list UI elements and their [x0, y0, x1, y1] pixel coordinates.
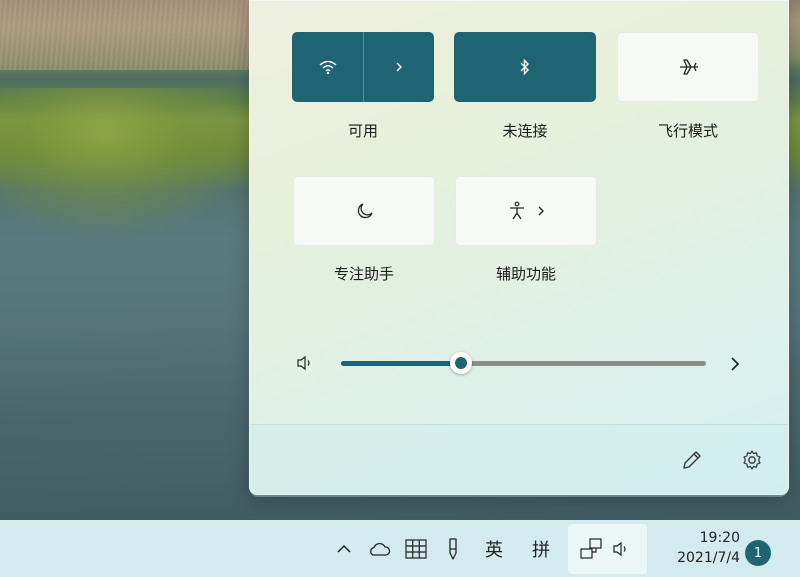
- airplane-icon: [678, 58, 700, 76]
- focus-assist-label: 专注助手: [333, 265, 394, 283]
- wifi-icon: [318, 59, 338, 75]
- chevron-right-icon: [394, 60, 404, 74]
- speaker-icon: [612, 540, 630, 558]
- bluetooth-tile[interactable]: [454, 32, 596, 102]
- airplane-icon-wrap: [618, 33, 760, 101]
- ime-mode-button[interactable]: 拼: [527, 520, 555, 577]
- focus-assist-icon-wrap: [294, 177, 436, 245]
- pen-menu-button[interactable]: [440, 520, 466, 577]
- pencil-icon[interactable]: [680, 448, 704, 472]
- accessibility-tile[interactable]: [455, 176, 597, 246]
- grid-icon: [405, 538, 427, 559]
- volume-slider-fill: [341, 361, 461, 366]
- wifi-toggle-button[interactable]: [292, 32, 363, 102]
- airplane-mode-tile[interactable]: [617, 32, 759, 102]
- airplane-mode-label: 飞行模式: [657, 122, 718, 140]
- accessibility-icon: [508, 201, 526, 221]
- wifi-label: 可用: [347, 122, 378, 140]
- moon-icon: [355, 201, 375, 221]
- volume-slider[interactable]: [341, 352, 706, 374]
- clock-time: 19:20: [699, 530, 740, 546]
- quick-settings-button[interactable]: [568, 524, 647, 574]
- focus-assist-tile[interactable]: [293, 176, 435, 246]
- pen-icon: [445, 537, 461, 561]
- quick-settings-panel: 可用 未连接 飞行模式 专注助手 辅助功能: [249, 0, 789, 497]
- speaker-icon[interactable]: [296, 354, 314, 372]
- accessibility-label: 辅助功能: [495, 265, 556, 283]
- chevron-right-icon: [536, 204, 546, 218]
- wallpaper-reeds: [0, 0, 260, 70]
- wifi-expand-button[interactable]: [364, 32, 434, 102]
- accessibility-icon-wrap: [456, 177, 598, 245]
- onedrive-button[interactable]: [366, 520, 392, 577]
- network-icon: [578, 537, 604, 561]
- clock-button[interactable]: 19:20 2021/7/4: [650, 528, 740, 568]
- quick-settings-footer: [250, 424, 788, 497]
- chevron-up-icon: [336, 543, 352, 555]
- cloud-icon: [367, 541, 391, 557]
- clock-date: 2021/7/4: [677, 550, 740, 566]
- bluetooth-icon: [519, 58, 531, 76]
- wallpaper-marsh: [0, 88, 260, 238]
- notification-badge[interactable]: 1: [745, 540, 771, 566]
- gear-icon[interactable]: [740, 448, 764, 472]
- ime-language-button[interactable]: 英: [480, 520, 508, 577]
- bluetooth-icon-wrap: [454, 32, 596, 102]
- volume-slider-thumb[interactable]: [450, 352, 472, 374]
- touch-keyboard-button[interactable]: [403, 520, 429, 577]
- show-hidden-icons-button[interactable]: [332, 520, 356, 577]
- audio-output-expand-button[interactable]: [728, 355, 742, 373]
- wifi-tile: [292, 32, 434, 102]
- bluetooth-label: 未连接: [502, 122, 548, 140]
